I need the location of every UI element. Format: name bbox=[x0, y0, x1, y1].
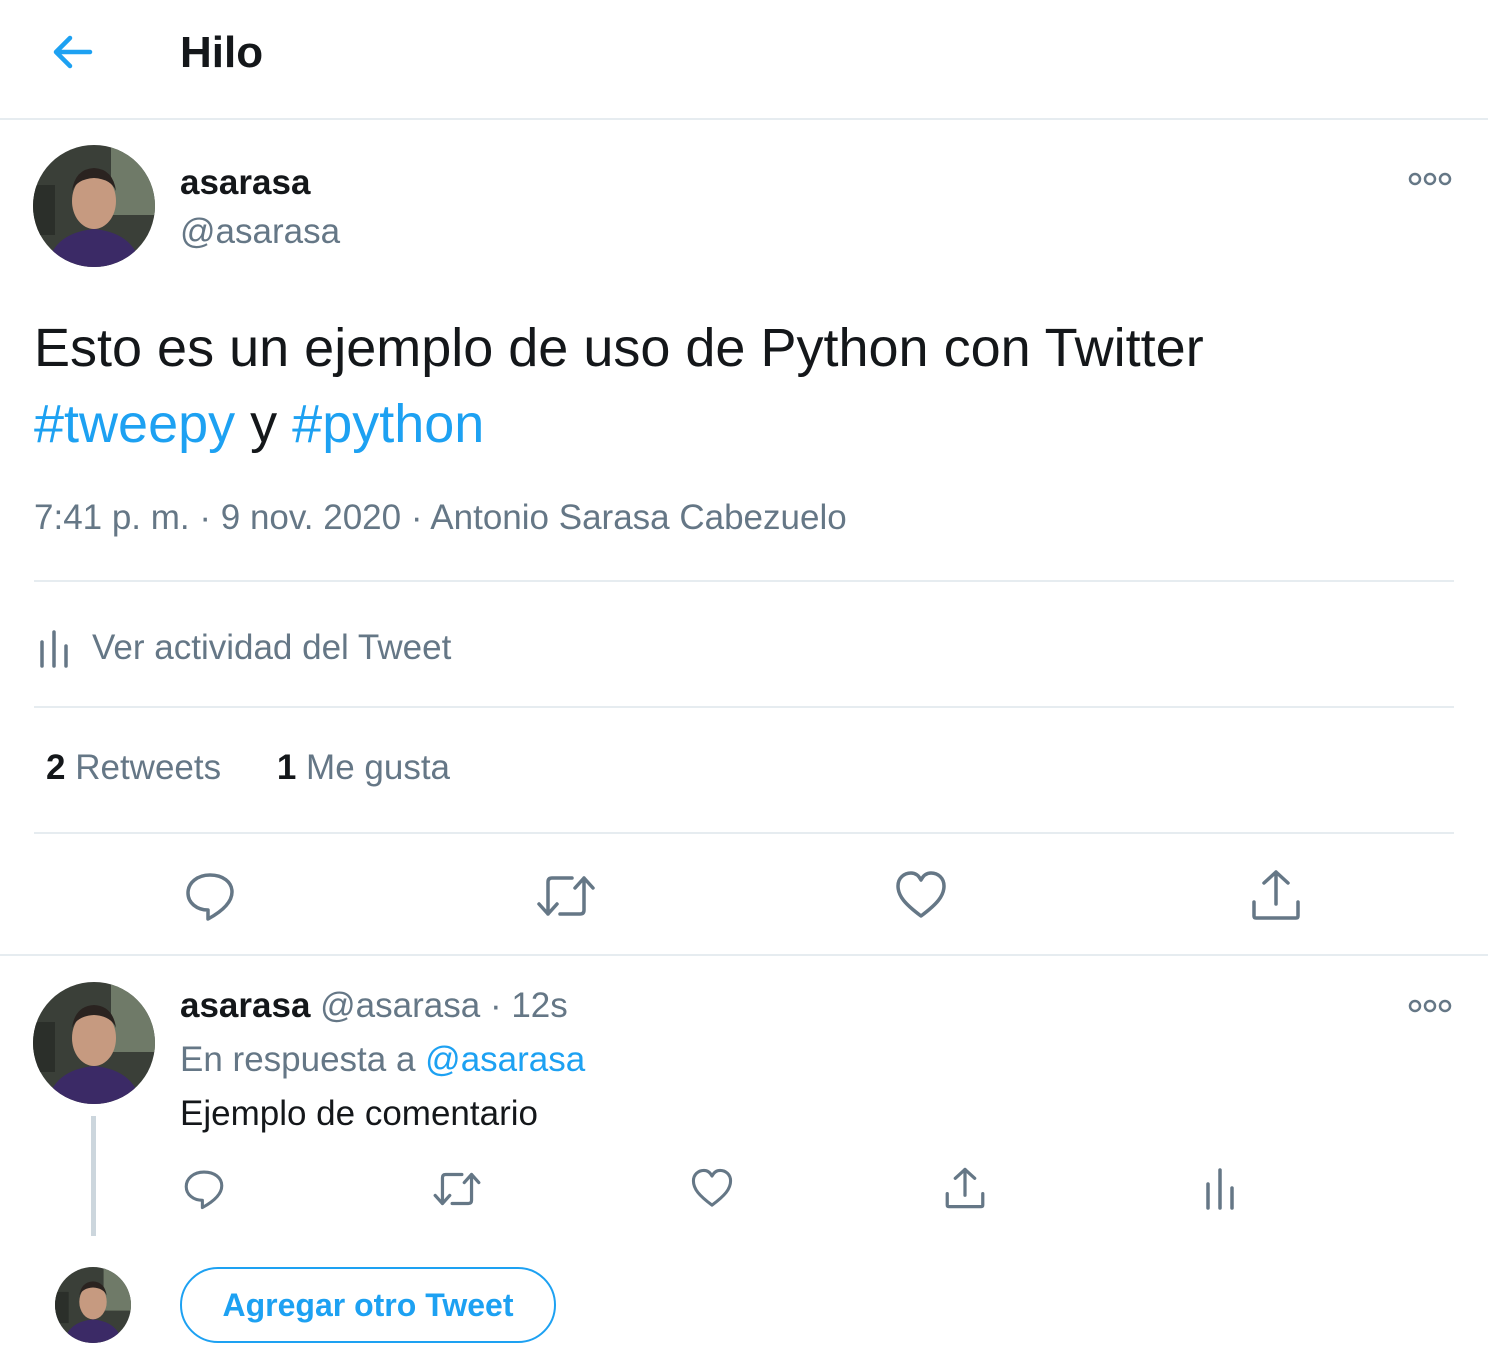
meta-separator: · bbox=[489, 986, 502, 1025]
like-button[interactable] bbox=[895, 870, 947, 922]
share-button[interactable] bbox=[1250, 868, 1302, 922]
reply-author-handle[interactable]: @asarasa bbox=[320, 986, 480, 1025]
reply-button[interactable] bbox=[183, 1168, 225, 1210]
reply-icon bbox=[186, 873, 234, 921]
more-icon bbox=[1408, 999, 1452, 1013]
hashtag-link[interactable]: #python bbox=[292, 394, 484, 454]
avatar-image bbox=[55, 1267, 131, 1343]
meta-separator: · bbox=[199, 498, 212, 537]
author-name[interactable]: asarasa bbox=[180, 163, 310, 203]
retweets-label: Retweets bbox=[75, 748, 222, 787]
retweet-icon bbox=[433, 1172, 481, 1206]
divider bbox=[34, 832, 1454, 834]
more-options-button[interactable] bbox=[1408, 995, 1452, 1017]
tweet-source[interactable]: Antonio Sarasa Cabezuelo bbox=[430, 498, 846, 537]
analytics-icon bbox=[1206, 1168, 1234, 1210]
reply-button[interactable] bbox=[184, 870, 236, 922]
share-icon bbox=[1252, 870, 1300, 920]
back-button[interactable] bbox=[44, 28, 100, 76]
tweet-text: Esto es un ejemplo de uso de Python con … bbox=[34, 310, 1434, 462]
view-activity-label: Ver actividad del Tweet bbox=[92, 628, 452, 667]
page-title: Hilo bbox=[180, 28, 264, 77]
retweet-icon bbox=[537, 876, 595, 916]
tweet-stats: 2 Retweets 1 Me gusta bbox=[46, 748, 450, 788]
in-reply-prefix: En respuesta a bbox=[180, 1040, 416, 1079]
like-icon bbox=[691, 1168, 733, 1207]
tweet-time[interactable]: 7:41 p. m. bbox=[34, 498, 190, 537]
in-reply-handle-link[interactable]: @asarasa bbox=[425, 1040, 585, 1079]
avatar-image bbox=[33, 145, 155, 267]
thread-connector bbox=[91, 1116, 96, 1236]
reply-icon bbox=[184, 1170, 224, 1210]
tweet-body-joiner: y bbox=[250, 394, 278, 454]
like-icon bbox=[896, 871, 946, 918]
reply-author-name[interactable]: asarasa bbox=[180, 986, 310, 1025]
thread-header: Hilo bbox=[0, 0, 1488, 120]
tweet-body: Esto es un ejemplo de uso de Python con … bbox=[34, 318, 1204, 378]
in-reply-to: En respuesta a @asarasa bbox=[180, 1040, 585, 1080]
divider bbox=[34, 580, 1454, 582]
tweet-date[interactable]: 9 nov. 2020 bbox=[221, 498, 401, 537]
like-button[interactable] bbox=[691, 1168, 733, 1210]
reply-text: Ejemplo de comentario bbox=[180, 1094, 538, 1133]
divider bbox=[34, 706, 1454, 708]
likes-count: 1 bbox=[276, 748, 297, 787]
reply-header: asarasa @asarasa · 12s bbox=[180, 986, 568, 1026]
reply-time[interactable]: 12s bbox=[511, 986, 567, 1025]
hashtag-link[interactable]: #tweepy bbox=[34, 394, 235, 454]
likes-stat[interactable]: 1 Me gusta bbox=[277, 748, 450, 788]
tweet-meta: 7:41 p. m. · 9 nov. 2020 · Antonio Saras… bbox=[34, 498, 847, 538]
more-options-button[interactable] bbox=[1408, 168, 1452, 190]
avatar[interactable] bbox=[55, 1267, 131, 1343]
add-tweet-button[interactable]: Agregar otro Tweet bbox=[180, 1267, 556, 1343]
view-activity-button[interactable]: Ver actividad del Tweet bbox=[34, 620, 451, 676]
analytics-button[interactable] bbox=[1200, 1166, 1240, 1210]
share-button[interactable] bbox=[944, 1166, 986, 1210]
retweet-button[interactable] bbox=[432, 1168, 482, 1210]
retweets-stat[interactable]: 2 Retweets bbox=[46, 748, 221, 788]
more-icon bbox=[1408, 172, 1452, 186]
avatar[interactable] bbox=[33, 982, 155, 1104]
share-icon bbox=[945, 1167, 985, 1209]
likes-label: Me gusta bbox=[306, 748, 451, 787]
analytics-icon bbox=[40, 630, 68, 668]
avatar-image bbox=[33, 982, 155, 1104]
section-divider bbox=[0, 954, 1488, 956]
meta-separator: · bbox=[410, 498, 423, 537]
retweet-button[interactable] bbox=[536, 870, 596, 922]
author-handle[interactable]: @asarasa bbox=[180, 212, 340, 252]
avatar[interactable] bbox=[33, 145, 155, 267]
arrow-left-icon bbox=[53, 35, 93, 69]
retweets-count: 2 bbox=[46, 748, 66, 787]
